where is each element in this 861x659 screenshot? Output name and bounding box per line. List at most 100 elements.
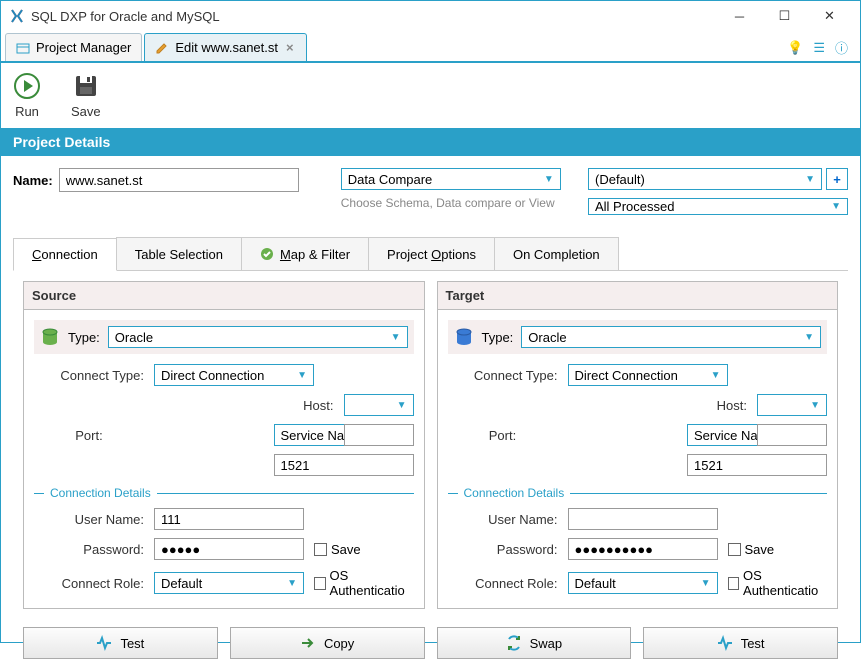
port-label: Port:	[448, 428, 558, 443]
bulb-icon[interactable]: 💡	[787, 40, 803, 56]
target-save-checkbox[interactable]	[728, 543, 741, 556]
edit-icon	[155, 41, 169, 55]
password-label: Password:	[448, 542, 558, 557]
source-title: Source	[24, 282, 424, 310]
source-role-dropdown[interactable]: Default▼	[154, 572, 304, 594]
target-test-button[interactable]: Test	[643, 627, 838, 659]
play-icon	[13, 72, 41, 100]
source-connect-type-dropdown[interactable]: Direct Connection▼	[154, 364, 314, 386]
tab-table-selection[interactable]: Table Selection	[116, 237, 242, 270]
processed-value: All Processed	[595, 199, 674, 214]
source-host-dropdown[interactable]: ▼	[344, 394, 414, 416]
help-icon[interactable]: ⓘ	[835, 38, 848, 57]
tab-on-completion[interactable]: On Completion	[494, 237, 619, 270]
run-button[interactable]: Run	[13, 72, 41, 119]
menu-icon[interactable]: ☰	[813, 40, 825, 56]
conn-details-legend: Connection Details	[34, 486, 414, 500]
default-value: (Default)	[595, 172, 645, 187]
maximize-button[interactable]: ☐	[762, 1, 807, 31]
chevron-down-icon: ▼	[804, 332, 814, 343]
swap-icon	[506, 635, 522, 651]
check-icon	[260, 247, 274, 261]
tab-close-icon[interactable]: ×	[284, 40, 296, 55]
compare-value: Data Compare	[348, 172, 433, 187]
source-service-input[interactable]	[344, 424, 414, 446]
add-profile-button[interactable]: +	[826, 168, 848, 190]
source-panel: Source Type: Oracle▼ Connect Type: Direc…	[23, 281, 425, 609]
target-username-input[interactable]	[568, 508, 718, 530]
user-label: User Name:	[448, 512, 558, 527]
pulse-icon	[96, 635, 112, 651]
target-password-input[interactable]: ●●●●●●●●●●	[568, 538, 718, 560]
tab-project-manager[interactable]: Project Manager	[5, 33, 142, 61]
tab-label: Project Manager	[36, 40, 131, 55]
role-label: Connect Role:	[34, 576, 144, 591]
chevron-down-icon: ▼	[805, 174, 815, 185]
role-label: Connect Role:	[448, 576, 558, 591]
window-title: SQL DXP for Oracle and MySQL	[31, 9, 717, 24]
target-connect-type-dropdown[interactable]: Direct Connection▼	[568, 364, 728, 386]
tab-connection[interactable]: Connection	[13, 238, 117, 271]
source-username-input[interactable]	[154, 508, 304, 530]
chevron-down-icon: ▼	[297, 370, 307, 381]
target-title: Target	[438, 282, 838, 310]
compare-type-dropdown[interactable]: Data Compare ▼	[341, 168, 561, 190]
host-label: Host:	[274, 398, 334, 413]
source-password-input[interactable]: ●●●●●	[154, 538, 304, 560]
pulse-icon	[717, 635, 733, 651]
tab-project-options[interactable]: Project Options	[368, 237, 495, 270]
profile-dropdown[interactable]: (Default) ▼	[588, 168, 822, 190]
bottom-buttons: Test Copy Swap Test	[1, 619, 860, 659]
toolbar: Run Save	[1, 63, 860, 128]
tab-label: Edit www.sanet.st	[175, 40, 278, 55]
conn-details-legend: Connection Details	[448, 486, 828, 500]
chevron-down-icon: ▼	[544, 174, 554, 185]
swap-button[interactable]: Swap	[437, 627, 632, 659]
source-type-dropdown[interactable]: Oracle▼	[108, 326, 408, 348]
password-label: Password:	[34, 542, 144, 557]
target-panel: Target Type: Oracle▼ Connect Type: Direc…	[437, 281, 839, 609]
source-osauth-checkbox[interactable]	[314, 577, 326, 590]
target-service-input[interactable]	[757, 424, 827, 446]
chevron-down-icon: ▼	[810, 400, 820, 411]
chevron-down-icon: ▼	[391, 332, 401, 343]
sub-tabs: Connection Table Selection Map & Filter …	[13, 237, 848, 271]
section-header: Project Details	[1, 128, 860, 156]
floppy-icon	[72, 72, 100, 100]
database-icon	[40, 327, 60, 347]
close-button[interactable]: ✕	[807, 1, 852, 31]
user-label: User Name:	[34, 512, 144, 527]
tab-edit-file[interactable]: Edit www.sanet.st ×	[144, 33, 306, 61]
target-host-dropdown[interactable]: ▼	[757, 394, 827, 416]
arrow-right-icon	[300, 635, 316, 651]
save-label: Save	[71, 104, 101, 119]
host-label: Host:	[687, 398, 747, 413]
chevron-down-icon: ▼	[831, 201, 841, 212]
connection-panels: Source Type: Oracle▼ Connect Type: Direc…	[1, 271, 860, 619]
compare-hint: Choose Schema, Data compare or View	[341, 196, 576, 210]
processed-dropdown[interactable]: All Processed ▼	[588, 198, 848, 215]
source-port-input[interactable]	[274, 454, 414, 476]
document-tabs: Project Manager Edit www.sanet.st × 💡 ☰ …	[1, 31, 860, 63]
target-port-input[interactable]	[687, 454, 827, 476]
target-osauth-checkbox[interactable]	[728, 577, 740, 590]
titlebar: SQL DXP for Oracle and MySQL ─ ☐ ✕	[1, 1, 860, 31]
save-button[interactable]: Save	[71, 72, 101, 119]
tab-map-filter[interactable]: Map & Filter	[241, 237, 369, 270]
target-type-dropdown[interactable]: Oracle▼	[521, 326, 821, 348]
chevron-down-icon: ▼	[397, 400, 407, 411]
minimize-button[interactable]: ─	[717, 1, 762, 31]
run-label: Run	[15, 104, 39, 119]
source-save-checkbox[interactable]	[314, 543, 327, 556]
source-test-button[interactable]: Test	[23, 627, 218, 659]
chevron-down-icon: ▼	[701, 578, 711, 589]
name-input[interactable]	[59, 168, 299, 192]
name-label: Name:	[13, 173, 53, 188]
copy-button[interactable]: Copy	[230, 627, 425, 659]
type-label: Type:	[482, 330, 514, 345]
chevron-down-icon: ▼	[287, 578, 297, 589]
database-icon	[454, 327, 474, 347]
target-role-dropdown[interactable]: Default▼	[568, 572, 718, 594]
port-label: Port:	[34, 428, 144, 443]
top-form: Name: Data Compare ▼ Choose Schema, Data…	[1, 156, 860, 227]
